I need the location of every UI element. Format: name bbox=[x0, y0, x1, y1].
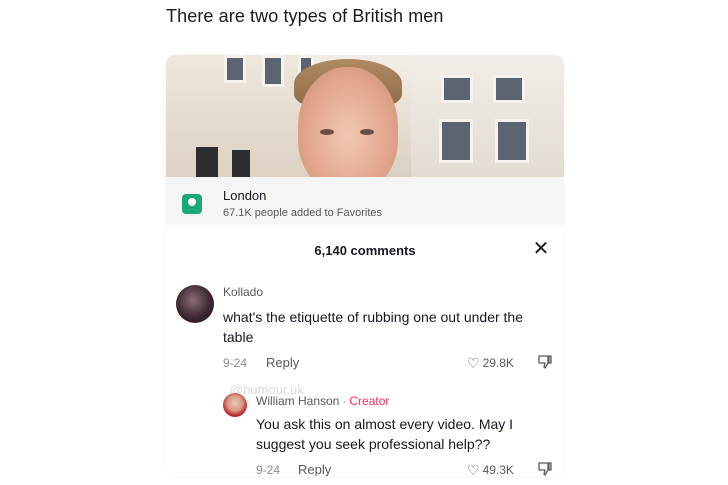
close-icon[interactable]: ✕ bbox=[530, 238, 552, 260]
like-button[interactable]: ♡ 29.8K bbox=[467, 355, 514, 372]
reply-text: You ask this on almost every video. May … bbox=[256, 416, 514, 452]
location-favorites-count: 67.1K people added to Favorites bbox=[223, 207, 383, 219]
reply-date: 9-24 bbox=[256, 463, 281, 476]
reply-reply-button[interactable]: Reply bbox=[298, 462, 331, 476]
building-left bbox=[166, 55, 314, 177]
post-caption: There are two types of British men bbox=[166, 6, 444, 26]
reply-like-count: 49.3K bbox=[482, 463, 514, 476]
tiktok-screenshot-card: London 67.1K people added to Favorites 6… bbox=[166, 55, 564, 476]
separator-dot: · bbox=[342, 394, 347, 408]
person-face bbox=[298, 67, 398, 177]
map-pin-icon bbox=[182, 194, 202, 214]
reply-like-button[interactable]: ♡ 49.3K bbox=[467, 462, 514, 476]
video-still[interactable] bbox=[166, 55, 564, 177]
comments-count: 6,140 comments bbox=[314, 243, 416, 258]
creator-avatar[interactable] bbox=[223, 393, 247, 417]
heart-icon: ♡ bbox=[467, 355, 480, 371]
reply-username[interactable]: William Hanson bbox=[256, 394, 339, 408]
reply-button[interactable]: Reply bbox=[266, 355, 299, 370]
comment-date: 9-24 bbox=[223, 356, 248, 370]
avatar[interactable] bbox=[176, 285, 214, 323]
comment-text: what's the etiquette of rubbing one out … bbox=[223, 309, 524, 345]
location-title: London bbox=[223, 188, 267, 203]
dislike-icon[interactable] bbox=[537, 461, 553, 476]
divider bbox=[166, 225, 564, 231]
like-count: 29.8K bbox=[482, 356, 514, 370]
location-bar[interactable]: London 67.1K people added to Favorites bbox=[166, 177, 564, 225]
reply-header: William Hanson · Creator bbox=[256, 394, 389, 408]
building-right bbox=[411, 55, 564, 177]
comment-username[interactable]: Kollado bbox=[223, 285, 263, 299]
dislike-icon[interactable] bbox=[537, 354, 553, 370]
heart-icon: ♡ bbox=[467, 462, 480, 476]
creator-badge: Creator bbox=[349, 394, 390, 408]
